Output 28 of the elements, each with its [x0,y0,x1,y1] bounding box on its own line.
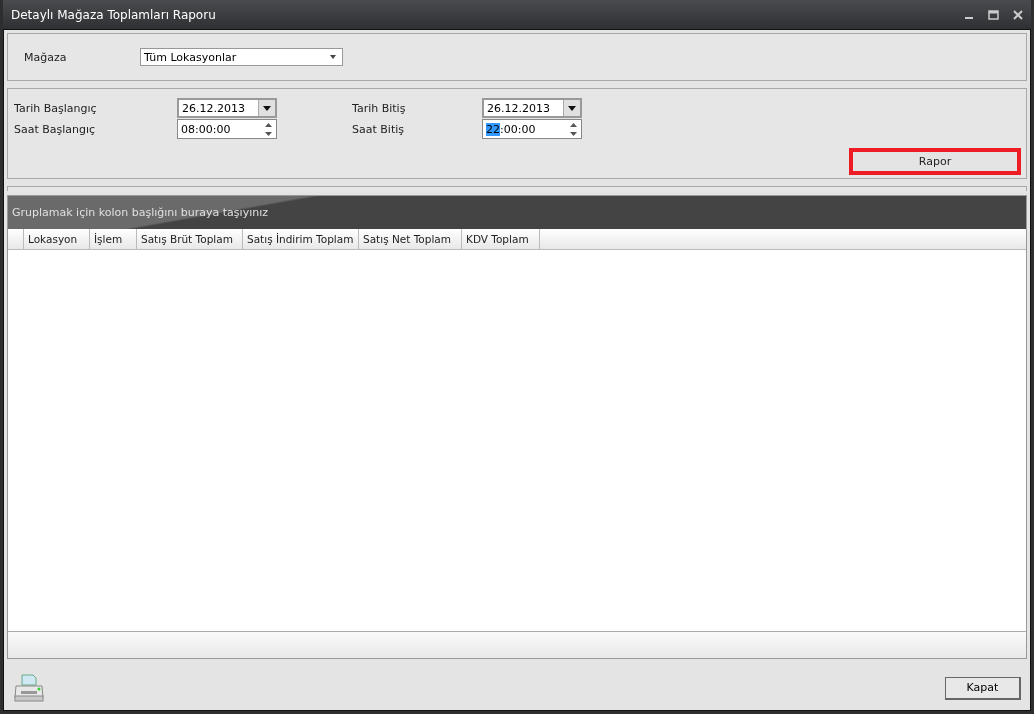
time-field[interactable]: 08:00:00 [177,119,277,139]
column-header[interactable]: Satış Net Toplam [359,229,462,249]
caret-icon [568,105,576,111]
column-header[interactable]: KDV Toplam [462,229,540,249]
close-button[interactable]: Kapat [945,676,1021,700]
group-hint: Gruplamak için kolon başlığını buraya taşıyınız [12,206,268,219]
date-field[interactable]: 26.12.2013 [482,98,582,118]
window-title: Detaylı Mağaza Toplamları Raporu [11,7,216,22]
close-icon[interactable] [1013,9,1023,20]
field-label: Tarih Başlangıç [14,101,98,115]
maximize-icon[interactable] [988,9,999,20]
report-button[interactable]: Rapor [849,148,1021,175]
dropdown-button[interactable] [258,100,275,116]
dropdown-button[interactable] [563,100,580,116]
caret-icon [263,105,271,111]
caret-icon [330,55,336,59]
spinner-icon[interactable] [570,122,577,136]
spinner-icon[interactable] [265,122,272,136]
field-label: Tarih Bitiş [352,101,407,115]
field-label: Saat Başlangıç [14,122,97,136]
field-label: Mağaza [24,50,68,64]
column-header[interactable]: Lokasyon [24,229,90,249]
field-label: Saat Bitiş [352,122,405,136]
store-dropdown[interactable]: Tüm Lokasyonlar [140,48,343,66]
column-header[interactable]: İşlem [90,229,137,249]
date-field[interactable]: 26.12.2013 [177,98,277,118]
column-header[interactable]: Satış Brüt Toplam [137,229,243,249]
column-header[interactable]: Satış İndirim Toplam [243,229,359,249]
